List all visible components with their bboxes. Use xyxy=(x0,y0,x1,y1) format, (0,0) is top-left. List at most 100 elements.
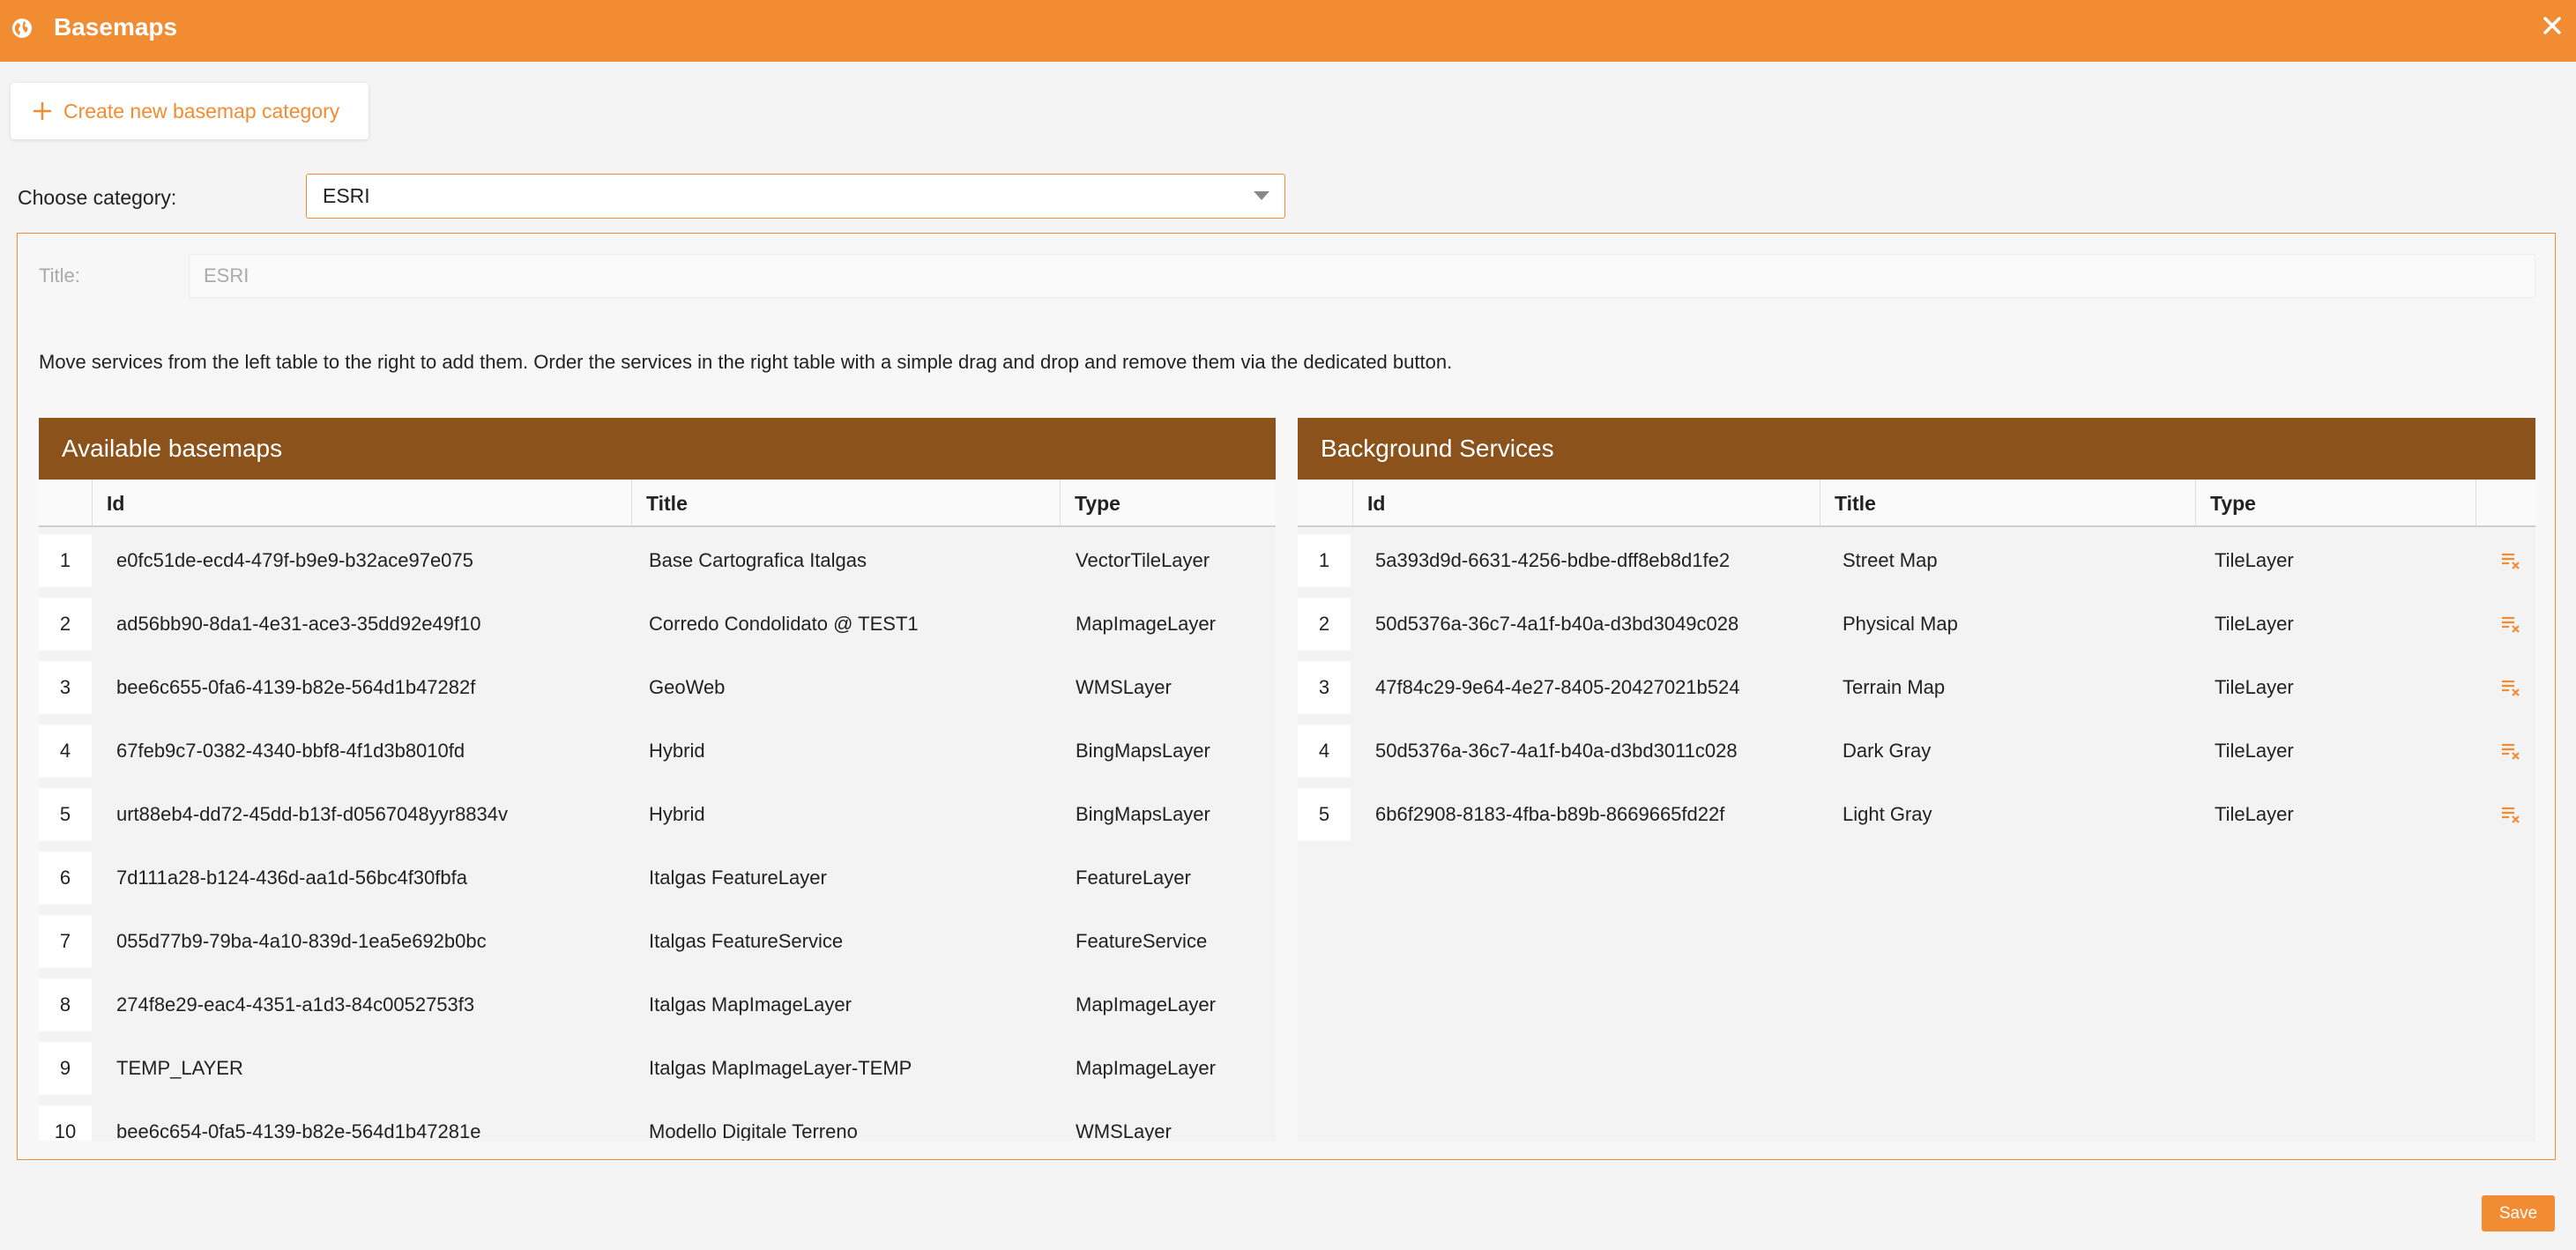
row-id: urt88eb4-dd72-45dd-b13f-d0567048yyr8834v xyxy=(116,803,509,825)
column-title[interactable]: Title xyxy=(1820,480,2195,525)
title-input[interactable]: ESRI xyxy=(189,254,2535,298)
title-label: Title: xyxy=(39,264,80,286)
row-number: 2 xyxy=(1298,598,1351,651)
title-value: ESRI xyxy=(204,264,249,286)
row-title: Italgas MapImageLayer xyxy=(649,993,852,1016)
table-row[interactable]: 7 055d77b9-79ba-4a10-839d-1ea5e692b0bc Ita… xyxy=(39,910,1276,973)
remove-from-list-icon[interactable] xyxy=(2500,741,2521,761)
row-type: TileLayer xyxy=(2215,803,2294,825)
row-title: Corredo Condolidato @ TEST1 xyxy=(649,613,919,635)
category-label: Choose category: xyxy=(18,186,177,209)
table-row[interactable]: 4 67feb9c7-0382-4340-bbf8-4f1d3b8010fd Hyb… xyxy=(39,719,1276,783)
table-row[interactable]: 3 bee6c655-0fa6-4139-b82e-564d1b47282f Geo… xyxy=(39,656,1276,719)
close-icon[interactable] xyxy=(2539,12,2565,39)
row-type: TileLayer xyxy=(2215,613,2294,635)
row-type: WMSLayer xyxy=(1076,676,1172,698)
background-services-heading: Background Services xyxy=(1321,435,1554,462)
column-type[interactable]: Type xyxy=(1060,480,1276,525)
row-title: Hybrid xyxy=(649,740,705,762)
table-row[interactable]: 9 TEMP_LAYER Italgas MapImageLayer-TEMP Map… xyxy=(39,1037,1276,1100)
column-id[interactable]: Id xyxy=(1352,480,1820,525)
table-row[interactable]: 2 50d5376a-36c7-4a1f-b40a-d3bd3049c028 Phy… xyxy=(1298,592,2535,656)
available-basemaps-header: Available basemaps xyxy=(39,418,1276,480)
row-number: 8 xyxy=(39,978,92,1031)
table-row[interactable]: 1 5a393d9d-6631-4256-bdbe-dff8eb8d1fe2 Str… xyxy=(1298,529,2535,592)
row-title: Italgas MapImageLayer-TEMP xyxy=(649,1057,912,1079)
row-title: Base Cartografica Italgas xyxy=(649,549,867,571)
create-category-button[interactable]: Create new basemap category xyxy=(11,83,369,139)
row-id: 055d77b9-79ba-4a10-839d-1ea5e692b0bc xyxy=(116,930,487,952)
row-number: 6 xyxy=(39,852,92,904)
row-number: 9 xyxy=(39,1042,92,1095)
row-type: WMSLayer xyxy=(1076,1120,1172,1141)
row-type: MapImageLayer xyxy=(1076,993,1216,1016)
row-id: 7d111a28-b124-436d-aa1d-56bc4f30fbfa xyxy=(116,867,467,889)
column-id[interactable]: Id xyxy=(92,480,631,525)
create-category-label: Create new basemap category xyxy=(63,100,340,123)
row-type: MapImageLayer xyxy=(1076,1057,1216,1079)
row-title: GeoWeb xyxy=(649,676,726,698)
table-row[interactable]: 1 e0fc51de-ecd4-479f-b9e9-b32ace97e075 Bas… xyxy=(39,529,1276,592)
table-row[interactable]: 5 urt88eb4-dd72-45dd-b13f-d0567048yyr8834… xyxy=(39,783,1276,846)
row-number: 1 xyxy=(39,534,92,587)
background-columns: Id Title Type xyxy=(1298,480,2535,527)
row-id: 6b6f2908-8183-4fba-b89b-8669665fd22f xyxy=(1375,803,1725,825)
row-number: 4 xyxy=(1298,725,1351,778)
column-title[interactable]: Title xyxy=(631,480,1060,525)
row-id: bee6c654-0fa5-4139-b82e-564d1b47281e xyxy=(116,1120,481,1141)
plus-icon xyxy=(34,102,51,120)
row-id: 50d5376a-36c7-4a1f-b40a-d3bd3049c028 xyxy=(1375,613,1739,635)
row-type: TileLayer xyxy=(2215,740,2294,762)
dialog-title: Basemaps xyxy=(54,13,178,41)
column-actions xyxy=(2475,480,2535,525)
remove-from-list-icon[interactable] xyxy=(2500,614,2521,634)
row-title: Hybrid xyxy=(649,803,705,825)
table-row[interactable]: 6 7d111a28-b124-436d-aa1d-56bc4f30fbfa Ita… xyxy=(39,846,1276,910)
table-row[interactable]: 10 bee6c654-0fa5-4139-b82e-564d1b47281e Mo… xyxy=(39,1100,1276,1141)
remove-from-list-icon[interactable] xyxy=(2500,678,2521,697)
row-title: Street Map xyxy=(1843,549,1938,571)
row-title: Light Gray xyxy=(1843,803,1932,825)
row-number: 7 xyxy=(39,915,92,968)
row-type: MapImageLayer xyxy=(1076,613,1216,635)
row-type: FeatureLayer xyxy=(1076,867,1191,889)
table-row[interactable]: 8 274f8e29-eac4-4351-a1d3-84c0052753f3 Ita… xyxy=(39,973,1276,1037)
row-id: ad56bb90-8da1-4e31-ace3-35dd92e49f10 xyxy=(116,613,481,635)
chevron-down-icon xyxy=(1254,191,1269,200)
title-bar: Basemaps xyxy=(0,0,2576,62)
row-title: Dark Gray xyxy=(1843,740,1932,762)
row-title: Terrain Map xyxy=(1843,676,1946,698)
row-number: 3 xyxy=(39,661,92,714)
background-services-header: Background Services xyxy=(1298,418,2535,480)
column-type[interactable]: Type xyxy=(2195,480,2475,525)
table-row[interactable]: 5 6b6f2908-8183-4fba-b89b-8669665fd22f Lig… xyxy=(1298,783,2535,846)
category-value: ESRI xyxy=(323,184,370,207)
table-row[interactable]: 2 ad56bb90-8da1-4e31-ace3-35dd92e49f10 Cor… xyxy=(39,592,1276,656)
row-type: VectorTileLayer xyxy=(1076,549,1210,571)
available-basemaps-table: Available basemaps Id Title Type 1 e0fc51… xyxy=(39,418,1276,1141)
row-title: Modello Digitale Terreno xyxy=(649,1120,858,1141)
row-number: 5 xyxy=(1298,788,1351,841)
row-number: 2 xyxy=(39,598,92,651)
background-services-table: Background Services Id Title Type 1 5a393… xyxy=(1298,418,2535,1141)
row-title: Italgas FeatureLayer xyxy=(649,867,827,889)
table-row[interactable]: 4 50d5376a-36c7-4a1f-b40a-d3bd3011c028 Dar… xyxy=(1298,719,2535,783)
category-select[interactable]: ESRI xyxy=(306,174,1285,219)
available-basemaps-heading: Available basemaps xyxy=(62,435,283,462)
row-type: BingMapsLayer xyxy=(1076,803,1210,825)
globe-icon xyxy=(12,19,32,38)
table-row[interactable]: 3 47f84c29-9e64-4e27-8405-20427021b524 Ter… xyxy=(1298,656,2535,719)
save-button[interactable]: Save xyxy=(2482,1195,2555,1231)
row-id: TEMP_LAYER xyxy=(116,1057,243,1079)
row-title: Italgas FeatureService xyxy=(649,930,844,952)
row-type: TileLayer xyxy=(2215,549,2294,571)
row-type: TileLayer xyxy=(2215,676,2294,698)
row-id: bee6c655-0fa6-4139-b82e-564d1b47282f xyxy=(116,676,476,698)
remove-from-list-icon[interactable] xyxy=(2500,551,2521,570)
remove-from-list-icon[interactable] xyxy=(2500,805,2521,824)
row-id: e0fc51de-ecd4-479f-b9e9-b32ace97e075 xyxy=(116,549,473,571)
row-id: 47f84c29-9e64-4e27-8405-20427021b524 xyxy=(1375,676,1740,698)
row-number: 5 xyxy=(39,788,92,841)
row-number: 1 xyxy=(1298,534,1351,587)
instructions-text: Move services from the left table to the… xyxy=(39,351,1453,373)
